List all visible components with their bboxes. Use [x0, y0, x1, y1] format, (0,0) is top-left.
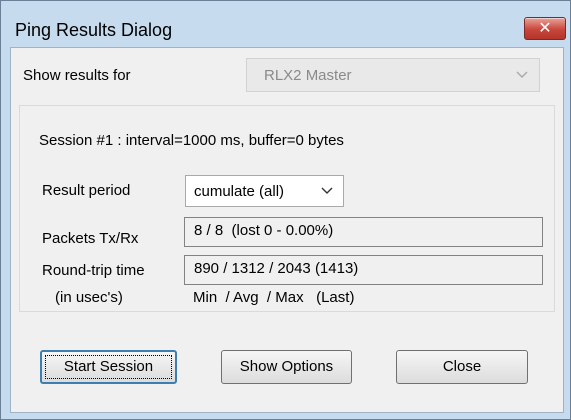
- result-period-value: cumulate (all): [194, 183, 285, 200]
- ping-results-dialog: Ping Results Dialog ✕ Show results for R…: [0, 0, 571, 420]
- result-period-label: Result period: [42, 182, 131, 199]
- rtt-unit-label: (in usec's): [55, 289, 123, 306]
- rtt-field: 890 / 1312 / 2043 (1413): [184, 255, 543, 285]
- packets-field: 8 / 8 (lost 0 - 0.00%): [184, 217, 543, 247]
- title-bar[interactable]: Ping Results Dialog ✕: [1, 1, 570, 47]
- rtt-legend: Min / Avg / Max (Last): [193, 289, 355, 306]
- close-window-button[interactable]: ✕: [524, 17, 566, 40]
- dialog-body: Show results for RLX2 Master Session #1 …: [10, 47, 564, 413]
- close-label: Close: [442, 358, 482, 375]
- chevron-down-icon: [320, 181, 334, 205]
- result-period-select[interactable]: cumulate (all): [185, 175, 344, 207]
- close-icon: ✕: [538, 18, 552, 37]
- dialog-title: Ping Results Dialog: [15, 20, 173, 40]
- session-summary: Session #1 : interval=1000 ms, buffer=0 …: [39, 132, 344, 149]
- rtt-label: Round-trip time: [42, 262, 145, 279]
- show-options-button[interactable]: Show Options: [221, 350, 352, 384]
- show-results-select[interactable]: RLX2 Master: [246, 58, 540, 92]
- rtt-value: 890 / 1312 / 2043 (1413): [194, 260, 359, 277]
- close-button[interactable]: Close: [396, 350, 528, 384]
- packets-value: 8 / 8 (lost 0 - 0.00%): [194, 222, 334, 239]
- show-results-value: RLX2 Master: [264, 67, 352, 84]
- show-results-label: Show results for: [23, 67, 131, 84]
- show-options-label: Show Options: [239, 358, 334, 375]
- start-session-button[interactable]: Start Session: [40, 350, 177, 384]
- chevron-down-icon: [515, 65, 529, 89]
- start-session-label: Start Session: [63, 358, 154, 375]
- packets-label: Packets Tx/Rx: [42, 230, 139, 247]
